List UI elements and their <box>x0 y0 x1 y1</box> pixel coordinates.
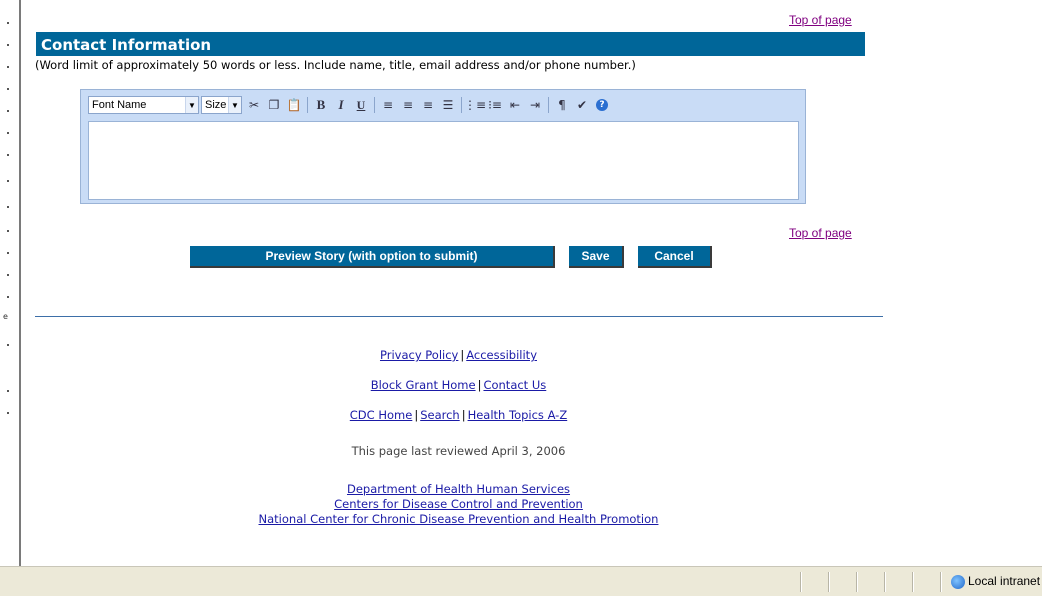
indent-icon[interactable]: ⇥ <box>525 95 545 115</box>
status-divider <box>940 572 942 592</box>
chevron-down-icon: ▼ <box>185 97 198 113</box>
status-divider <box>884 572 886 592</box>
gutter-dot <box>7 252 9 254</box>
spellcheck-icon[interactable]: ✔ <box>572 95 592 115</box>
toolbar-separator <box>307 97 308 113</box>
underline-icon[interactable]: U <box>351 95 371 115</box>
toolbar-separator <box>548 97 549 113</box>
chevron-down-icon: ▼ <box>228 97 241 113</box>
paste-icon[interactable]: 📋 <box>284 95 304 115</box>
cdc-link[interactable]: Centers for Disease Control and Preventi… <box>334 497 583 511</box>
footer-links-row-2: Block Grant Home | Contact Us <box>0 378 917 392</box>
privacy-policy-link[interactable]: Privacy Policy <box>380 348 458 362</box>
gutter-dot <box>7 206 9 208</box>
section-title: Contact Information <box>36 32 865 56</box>
security-zone-label: Local intranet <box>968 574 1041 588</box>
bulleted-list-icon[interactable]: ⁝≡ <box>485 95 505 115</box>
bold-icon[interactable]: B <box>311 95 331 115</box>
link-separator: | <box>460 348 465 362</box>
link-separator: | <box>414 408 419 422</box>
status-divider <box>800 572 802 592</box>
contact-info-editor-field[interactable] <box>88 121 799 200</box>
accessibility-link[interactable]: Accessibility <box>466 348 537 362</box>
preview-story-button[interactable]: Preview Story (with option to submit) <box>190 246 555 268</box>
footer-links-row-3: CDC Home | Search | Health Topics A-Z <box>0 408 917 422</box>
save-button[interactable]: Save <box>569 246 624 268</box>
gutter-dot <box>7 88 9 90</box>
last-reviewed-text: This page last reviewed April 3, 2006 <box>351 444 566 458</box>
status-divider <box>912 572 914 592</box>
footer-agency-line-3: National Center for Chronic Disease Prev… <box>0 512 917 526</box>
link-separator: | <box>461 408 466 422</box>
paragraph-icon[interactable]: ¶ <box>552 95 572 115</box>
gutter-dot <box>7 110 9 112</box>
top-of-page-link[interactable]: Top of page <box>789 13 852 27</box>
align-left-icon[interactable]: ≡ <box>378 95 398 115</box>
align-center-icon[interactable]: ≡ <box>398 95 418 115</box>
help-button[interactable]: ? <box>592 95 612 115</box>
nccdphp-link[interactable]: National Center for Chronic Disease Prev… <box>259 512 659 526</box>
outdent-icon[interactable]: ⇤ <box>505 95 525 115</box>
font-name-label: Font Name <box>92 99 147 111</box>
numbered-list-icon[interactable]: ⋮≡ <box>464 95 486 115</box>
justify-icon[interactable]: ☰ <box>438 95 458 115</box>
editor-toolbar: Font Name ▼ Size ▼ ✂ ❐ 📋 B I U ≡ ≡ ≡ ☰ ⋮… <box>88 94 742 116</box>
gutter-dot <box>7 230 9 232</box>
gutter-dot <box>7 296 9 298</box>
italic-icon[interactable]: I <box>331 95 351 115</box>
help-icon: ? <box>596 99 608 111</box>
toolbar-separator <box>461 97 462 113</box>
gutter-dot <box>7 22 9 24</box>
footer-divider <box>35 316 883 317</box>
copy-icon[interactable]: ❐ <box>264 95 284 115</box>
browser-status-bar: Local intranet <box>0 566 1042 596</box>
status-divider <box>856 572 858 592</box>
gutter-dot <box>7 154 9 156</box>
font-size-select[interactable]: Size ▼ <box>201 96 242 114</box>
gutter-dot <box>7 274 9 276</box>
gutter-dot <box>7 66 9 68</box>
top-of-page-link[interactable]: Top of page <box>789 226 852 240</box>
font-size-label: Size <box>205 99 227 111</box>
status-divider <box>828 572 830 592</box>
gutter-dot <box>7 180 9 182</box>
word-limit-hint: (Word limit of approximately 50 words or… <box>35 58 636 72</box>
toolbar-separator <box>374 97 375 113</box>
footer-agency-line-1: Department of Health Human Services <box>0 482 917 496</box>
cancel-button[interactable]: Cancel <box>638 246 712 268</box>
footer-links-row-1: Privacy Policy | Accessibility <box>0 348 917 362</box>
search-link[interactable]: Search <box>420 408 460 422</box>
hhs-link[interactable]: Department of Health Human Services <box>347 482 570 496</box>
intranet-zone-icon <box>951 575 965 589</box>
font-name-select[interactable]: Font Name ▼ <box>88 96 199 114</box>
cdc-home-link[interactable]: CDC Home <box>350 408 413 422</box>
block-grant-home-link[interactable]: Block Grant Home <box>371 378 476 392</box>
footer-agency-line-2: Centers for Disease Control and Preventi… <box>0 497 917 511</box>
gutter-dot <box>7 44 9 46</box>
rich-text-editor: Font Name ▼ Size ▼ ✂ ❐ 📋 B I U ≡ ≡ ≡ ☰ ⋮… <box>80 89 806 204</box>
cut-icon[interactable]: ✂ <box>244 95 264 115</box>
link-separator: | <box>477 378 482 392</box>
gutter-mark: e <box>3 312 8 321</box>
health-topics-link[interactable]: Health Topics A-Z <box>468 408 568 422</box>
contact-us-link[interactable]: Contact Us <box>483 378 546 392</box>
gutter-dot <box>7 344 9 346</box>
align-right-icon[interactable]: ≡ <box>418 95 438 115</box>
gutter-dot <box>7 132 9 134</box>
